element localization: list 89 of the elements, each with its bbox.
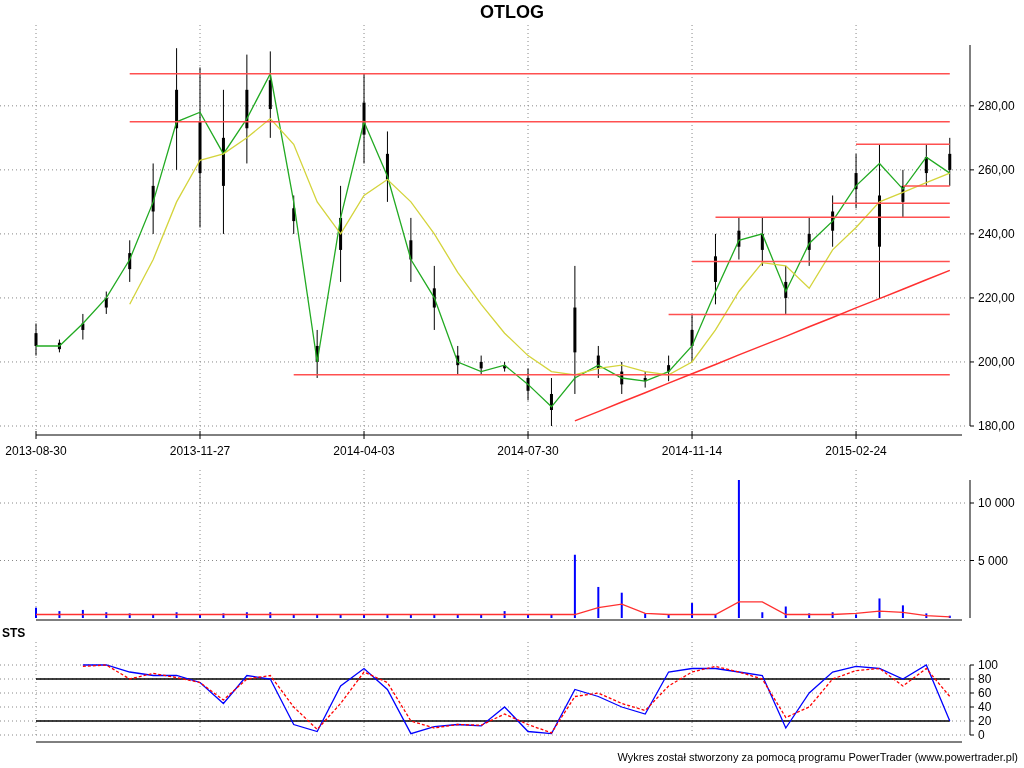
price-bar — [596, 345, 600, 379]
volume-bar — [691, 603, 694, 618]
price-bar — [526, 367, 530, 401]
volume-bar — [81, 609, 84, 618]
price-bar — [128, 239, 132, 283]
price-bar — [34, 323, 38, 357]
price-bar — [854, 153, 858, 209]
axis-label: 2014-07-30 — [497, 444, 559, 458]
price-bar — [315, 329, 319, 379]
price-bar — [503, 361, 507, 373]
volume-bar — [58, 611, 61, 618]
axis-label: 200,00 — [978, 354, 1015, 369]
price-bar — [737, 217, 741, 260]
axis-label: 2013-08-30 — [5, 444, 67, 458]
axis-label: 40 — [978, 700, 992, 714]
axis-label: 180,00 — [978, 419, 1015, 433]
volume-bar — [245, 612, 248, 618]
volume-bar — [644, 613, 647, 618]
volume-bar — [831, 612, 834, 618]
volume-bar — [550, 614, 553, 618]
volume-bar — [948, 615, 951, 618]
price-bar — [948, 137, 952, 187]
volume-bar — [597, 586, 600, 618]
volume-bar — [222, 613, 225, 618]
volume-bar — [269, 612, 272, 618]
price-bar — [643, 371, 647, 389]
volume-bar — [409, 614, 412, 618]
price-bar — [432, 265, 436, 331]
price-bar — [57, 339, 61, 353]
axis-label: 60 — [978, 686, 992, 700]
support-line — [902, 185, 951, 187]
volume-bar — [433, 614, 436, 618]
price-bar — [760, 217, 764, 267]
axis-label: 10 000 — [978, 496, 1015, 510]
volume-bar — [316, 614, 319, 618]
price-bar — [690, 313, 694, 363]
volume-bar — [784, 606, 787, 618]
price-bar — [807, 217, 811, 267]
volume-bar — [620, 592, 623, 618]
volume-bar — [386, 614, 389, 618]
footer-credit: Wykres został stworzony za pomocą programu PowerTrader (www.powertrader.pl) — [617, 751, 1018, 763]
axis-label: 100 — [978, 658, 999, 672]
axis-label: 280,00 — [978, 98, 1015, 113]
axis-label: 2014-11-14 — [661, 444, 723, 458]
axis-label: 240,00 — [978, 226, 1015, 241]
volume-bar — [761, 612, 764, 618]
y-axis — [969, 664, 971, 736]
volume-bar — [480, 614, 483, 618]
axis-label: 0 — [978, 728, 985, 742]
volume-bar — [714, 614, 717, 618]
price-bar — [667, 355, 671, 382]
price-bar — [479, 355, 483, 376]
axis-label: 2014-04-03 — [333, 444, 395, 458]
price-bar — [831, 195, 835, 248]
price-bar — [456, 345, 460, 376]
price-bar — [620, 361, 624, 395]
axis-label: 260,00 — [978, 162, 1015, 177]
volume-bar — [503, 611, 506, 618]
axis-label: 20 — [978, 714, 992, 728]
volume-bar — [339, 614, 342, 618]
price-bar — [292, 195, 296, 235]
price-bar — [784, 265, 788, 315]
price-bar — [81, 313, 85, 341]
volume-bar — [292, 614, 295, 618]
volume-bar — [175, 612, 178, 618]
volume-bar — [855, 614, 858, 618]
axis-label: 5 000 — [978, 553, 1009, 568]
volume-bar — [152, 614, 155, 618]
price-bar — [549, 377, 553, 427]
volume-bar — [573, 554, 576, 618]
axis-label: 2015-02-24 — [825, 444, 887, 458]
volume-bar — [808, 613, 811, 618]
price-bar — [104, 291, 108, 315]
axis-label: 220,00 — [978, 290, 1015, 305]
volume-bar — [667, 614, 670, 618]
chart-title: STS — [2, 626, 26, 640]
price-bar — [924, 143, 928, 187]
volume-bar — [128, 613, 131, 618]
volume-bar — [527, 614, 530, 618]
volume-bar — [901, 605, 904, 618]
volume-bar — [878, 598, 881, 618]
volume-bar — [456, 614, 459, 618]
axis-label: 80 — [978, 672, 992, 686]
chart-title: OTLOG — [480, 1, 544, 24]
axis-label: 2013-11-27 — [169, 444, 231, 458]
price-bar — [409, 217, 413, 283]
volume-bar — [925, 613, 928, 618]
volume-bar — [105, 612, 108, 618]
price-bar — [713, 233, 717, 305]
